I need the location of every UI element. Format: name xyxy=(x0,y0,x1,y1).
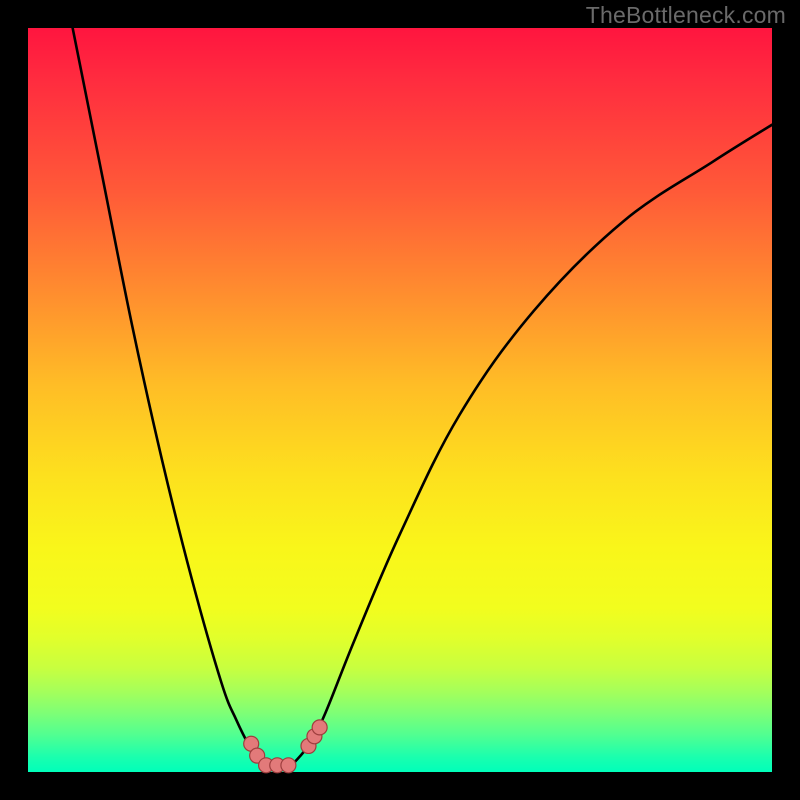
curve-marker xyxy=(312,720,327,735)
bottleneck-curve xyxy=(73,28,772,769)
curve-marker xyxy=(281,758,296,773)
plot-area xyxy=(28,28,772,772)
curve-markers xyxy=(244,720,327,773)
curve-layer xyxy=(28,28,772,772)
chart-frame: TheBottleneck.com xyxy=(0,0,800,800)
watermark-text: TheBottleneck.com xyxy=(586,2,786,29)
